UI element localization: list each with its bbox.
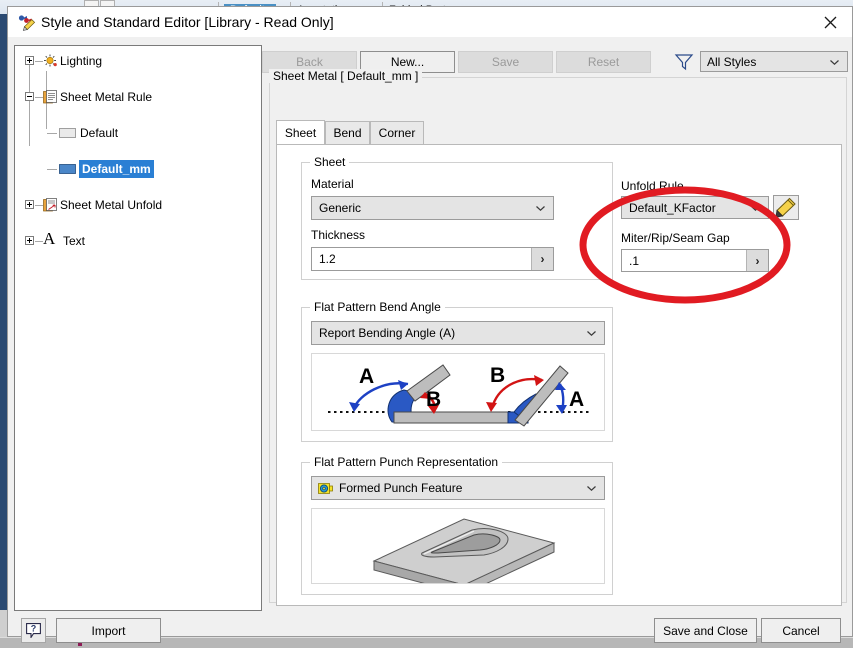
tree-node-sheet-metal-unfold[interactable]: Sheet Metal Unfold xyxy=(15,196,261,214)
miter-gap-value: .1 xyxy=(629,254,640,268)
thickness-more-button[interactable]: › xyxy=(531,248,553,270)
tree-expander-minus[interactable] xyxy=(25,92,34,101)
style-gray-icon xyxy=(59,128,76,138)
save-button[interactable]: Save xyxy=(458,51,553,73)
reset-button[interactable]: Reset xyxy=(556,51,651,73)
background-left-panel-strip xyxy=(0,14,7,610)
text-A-icon: A xyxy=(43,229,56,248)
chevron-down-icon xyxy=(830,59,839,65)
tree-node-label: Sheet Metal Rule xyxy=(60,90,153,104)
tab-sheet[interactable]: Sheet xyxy=(276,120,325,145)
import-button[interactable]: Import xyxy=(56,618,161,643)
tree-node-label: Text xyxy=(63,234,86,248)
unfold-rule-value: Default_KFactor xyxy=(629,201,716,215)
style-blue-icon xyxy=(59,164,76,174)
dialog-title: Style and Standard Editor [Library - Rea… xyxy=(41,14,334,30)
svg-text:B: B xyxy=(426,388,441,411)
sheet-tab-pane: Sheet Material Generic Thickness 1.2 › U… xyxy=(276,144,842,606)
close-icon[interactable] xyxy=(808,7,852,37)
style-editor-icon xyxy=(18,15,36,31)
tree-node-default[interactable]: Default xyxy=(15,124,261,142)
thickness-label: Thickness xyxy=(311,228,366,242)
bend-angle-diagram: A B B A xyxy=(311,353,605,431)
style-filter-value: All Styles xyxy=(707,55,757,69)
punch-group-title: Flat Pattern Punch Representation xyxy=(310,455,503,469)
dialog-title-bar: Style and Standard Editor [Library - Rea… xyxy=(8,7,852,38)
bend-angle-dropdown[interactable]: Report Bending Angle (A) xyxy=(311,321,605,345)
tree-node-label: Default xyxy=(80,126,119,140)
miter-gap-more-button[interactable]: › xyxy=(746,250,768,271)
tree-expander-plus[interactable] xyxy=(25,200,34,209)
tab-corner[interactable]: Corner xyxy=(370,121,424,145)
tree-expander-plus[interactable] xyxy=(25,236,34,245)
help-question-icon: ? xyxy=(26,623,41,638)
style-tree-panel[interactable]: Lighting Sheet Metal Rule Default Defaul… xyxy=(14,45,262,611)
bend-angle-group-title: Flat Pattern Bend Angle xyxy=(310,300,445,314)
miter-gap-label: Miter/Rip/Seam Gap xyxy=(621,231,730,245)
thickness-input[interactable]: 1.2 › xyxy=(311,247,554,271)
sheet-group-title: Sheet xyxy=(310,155,350,169)
save-and-close-button[interactable]: Save and Close xyxy=(654,618,757,643)
tree-node-default-mm[interactable]: Default_mm xyxy=(15,160,261,178)
svg-text:?: ? xyxy=(31,624,37,634)
unfold-rule-label: Unfold Rule xyxy=(621,179,684,193)
property-tabs: Sheet Bend Corner xyxy=(276,120,842,145)
tree-node-label-selected: Default_mm xyxy=(79,160,154,178)
tree-node-label: Lighting xyxy=(60,54,103,68)
material-label: Material xyxy=(311,177,354,191)
pencil-edit-icon xyxy=(775,197,796,218)
chevron-down-icon xyxy=(587,486,596,491)
punch-representation-value: Formed Punch Feature xyxy=(339,481,463,495)
style-filter-dropdown[interactable]: All Styles xyxy=(700,51,848,72)
tree-node-text[interactable]: A Text xyxy=(15,229,261,250)
chevron-down-icon xyxy=(587,331,596,336)
tree-expander-plus[interactable] xyxy=(25,56,34,65)
formed-punch-preview xyxy=(311,508,605,584)
unfold-rule-dropdown[interactable]: Default_KFactor xyxy=(621,196,769,219)
chevron-down-icon xyxy=(751,205,760,211)
chevron-down-icon xyxy=(536,206,545,211)
tree-node-sheet-metal-rule[interactable]: Sheet Metal Rule xyxy=(15,88,261,106)
material-value: Generic xyxy=(319,201,362,215)
material-dropdown[interactable]: Generic xyxy=(311,196,554,220)
miter-gap-input[interactable]: .1 › xyxy=(621,249,769,272)
sheet-metal-group-title: Sheet Metal [ Default_mm ] xyxy=(269,69,423,83)
bend-angle-value: Report Bending Angle (A) xyxy=(319,326,456,340)
sheet-metal-unfold-icon xyxy=(43,198,57,212)
sheet-metal-rule-icon xyxy=(43,90,57,104)
formed-punch-icon xyxy=(318,483,333,494)
edit-unfold-rule-button[interactable] xyxy=(773,195,799,220)
thickness-value: 1.2 xyxy=(319,252,336,266)
tab-bend[interactable]: Bend xyxy=(325,121,370,145)
style-and-standard-editor-dialog: Style and Standard Editor [Library - Rea… xyxy=(7,6,853,643)
cancel-button[interactable]: Cancel xyxy=(761,618,841,643)
punch-representation-dropdown[interactable]: Formed Punch Feature xyxy=(311,476,605,500)
tree-node-label: Sheet Metal Unfold xyxy=(60,198,163,212)
sheet-settings-group: Sheet Material Generic Thickness 1.2 › xyxy=(301,155,613,280)
tree-node-lighting[interactable]: Lighting xyxy=(15,52,261,70)
lighting-icon xyxy=(44,54,57,67)
flat-pattern-punch-group: Flat Pattern Punch Representation Formed… xyxy=(301,455,613,595)
svg-text:B: B xyxy=(490,364,505,387)
flat-pattern-bend-angle-group: Flat Pattern Bend Angle Report Bending A… xyxy=(301,300,613,442)
help-button[interactable]: ? xyxy=(21,618,46,643)
funnel-icon[interactable] xyxy=(674,53,694,71)
svg-text:A: A xyxy=(359,365,374,388)
svg-text:A: A xyxy=(569,388,584,411)
